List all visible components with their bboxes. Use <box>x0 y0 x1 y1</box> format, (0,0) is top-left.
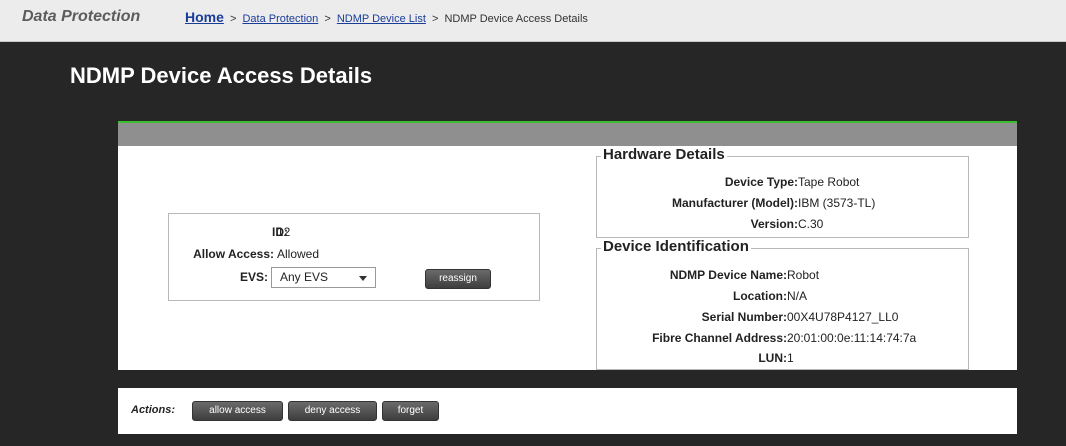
breadcrumb-ndmp-device-list-link[interactable]: NDMP Device List <box>337 13 426 25</box>
device-identification-legend: Device Identification <box>601 238 751 255</box>
actions-label: Actions: <box>131 404 175 416</box>
device-name-row: NDMP Device Name: <box>0 268 787 284</box>
top-bar: Data Protection Home > Data Protection >… <box>0 0 1066 42</box>
breadcrumb-home-link[interactable]: Home <box>185 9 224 25</box>
panel-header-bar <box>118 121 1017 146</box>
device-type-label: Device Type: <box>724 175 798 189</box>
lun-label: LUN: <box>758 351 787 365</box>
location-label: Location: <box>733 289 787 303</box>
device-name-label: NDMP Device Name: <box>669 268 787 282</box>
serial-number-row: Serial Number: <box>0 310 787 326</box>
breadcrumb-separator: > <box>229 13 237 25</box>
hardware-details-legend: Hardware Details <box>601 146 727 163</box>
breadcrumb-separator: > <box>324 13 331 25</box>
breadcrumb-separator: > <box>431 13 439 25</box>
fibre-channel-row: Fibre Channel Address: <box>0 331 787 347</box>
manufacturer-row: Manufacturer (Model): <box>0 196 798 212</box>
allow-access-label: Allow Access: <box>193 247 274 261</box>
serial-number-value: 00X4U78P4127_LL0 <box>787 310 899 324</box>
version-value: C.30 <box>798 217 824 231</box>
location-value: N/A <box>787 289 808 303</box>
device-type-value: Tape Robot <box>798 175 860 189</box>
lun-row: LUN: <box>0 351 787 367</box>
breadcrumb-current: NDMP Device Access Details <box>444 13 588 25</box>
device-type-row: Device Type: <box>0 175 798 191</box>
forget-button[interactable]: forget <box>382 401 439 421</box>
app-name: Data Protection <box>22 8 141 25</box>
version-row: Version: <box>0 217 798 233</box>
fibre-channel-label: Fibre Channel Address: <box>652 331 787 345</box>
location-row: Location: <box>0 289 787 305</box>
page-title: NDMP Device Access Details <box>70 63 373 88</box>
fibre-channel-value: 20:01:00:0e:11:14:74:7a <box>787 331 917 345</box>
lun-value: 1 <box>787 351 794 365</box>
version-label: Version: <box>750 217 798 231</box>
manufacturer-value: IBM (3573-TL) <box>798 196 876 210</box>
deny-access-button[interactable]: deny access <box>288 401 377 421</box>
manufacturer-label: Manufacturer (Model): <box>672 196 798 210</box>
allow-access-button[interactable]: allow access <box>192 401 283 421</box>
device-name-value: Robot <box>787 268 820 282</box>
breadcrumb-data-protection-link[interactable]: Data Protection <box>242 13 318 25</box>
allow-access-row: Allow Access: <box>0 247 274 263</box>
allow-access-value: Allowed <box>277 247 320 261</box>
serial-number-label: Serial Number: <box>701 310 787 324</box>
breadcrumb: Home > Data Protection > NDMP Device Lis… <box>185 9 588 25</box>
